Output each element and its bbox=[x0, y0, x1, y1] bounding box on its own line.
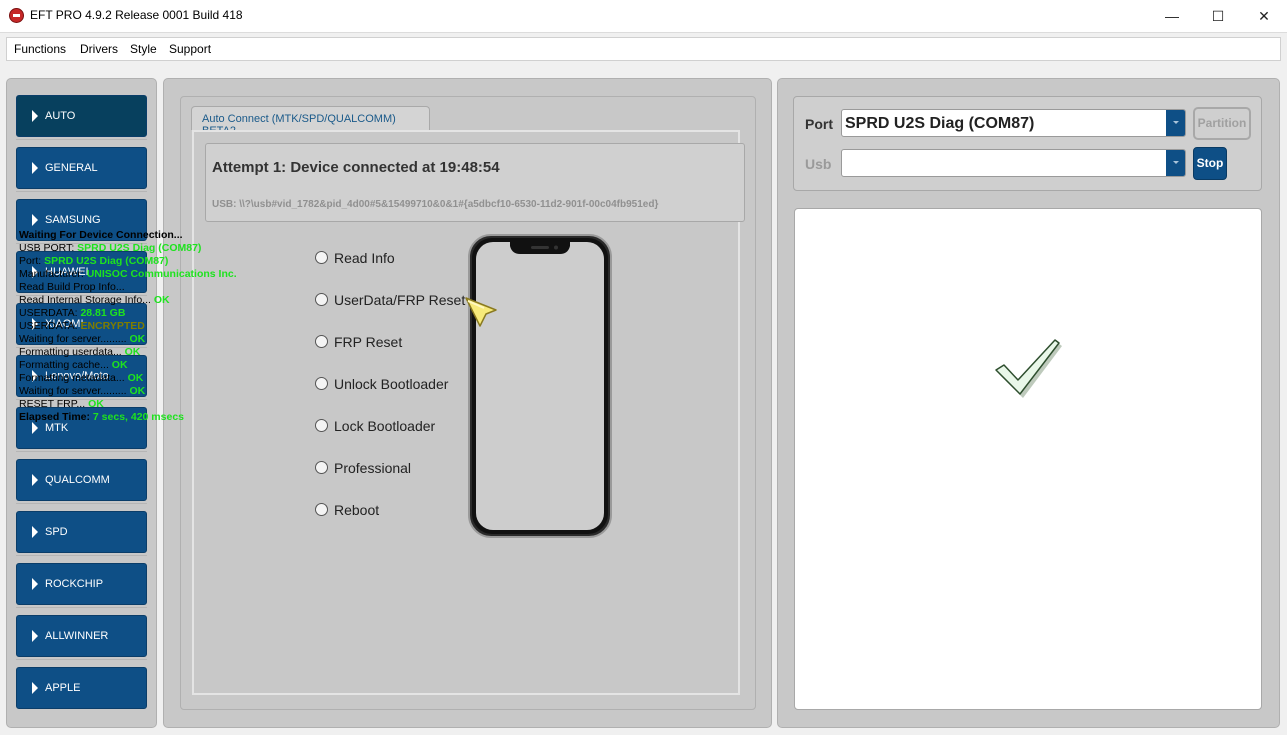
phone-image bbox=[468, 234, 612, 538]
log-output bbox=[794, 208, 1262, 710]
chevron-right-icon bbox=[32, 630, 38, 642]
usb-path: USB: \\?\usb#vid_1782&pid_4d00#5&1549971… bbox=[212, 199, 659, 210]
close-button[interactable]: ✕ bbox=[1241, 0, 1287, 32]
menu-drivers[interactable]: Drivers bbox=[80, 42, 118, 56]
radio-button[interactable] bbox=[315, 461, 328, 474]
radio-button[interactable] bbox=[315, 377, 328, 390]
chevron-right-icon bbox=[32, 682, 38, 694]
port-select-value: SPRD U2S Diag (COM87) bbox=[845, 115, 1035, 132]
partition-button[interactable]: Partition bbox=[1193, 107, 1251, 140]
chevron-down-icon[interactable] bbox=[1166, 150, 1185, 176]
title-bar: EFT PRO 4.9.2 Release 0001 Build 418 — ☐… bbox=[0, 0, 1287, 33]
success-checkmark-icon bbox=[995, 339, 1062, 398]
divider bbox=[16, 191, 147, 192]
chevron-right-icon bbox=[32, 526, 38, 538]
sidebar-item-label: MTK bbox=[45, 422, 69, 434]
sidebar-item-apple[interactable]: APPLE bbox=[16, 667, 147, 709]
option-label: FRP Reset bbox=[334, 334, 403, 350]
radio-button[interactable] bbox=[315, 251, 328, 264]
divider bbox=[16, 503, 147, 504]
connection-status: Attempt 1: Device connected at 19:48:54 bbox=[212, 159, 500, 176]
log-line: Waiting for server......... OK bbox=[19, 333, 146, 345]
menu-style[interactable]: Style bbox=[130, 42, 157, 56]
tab-auto-connect[interactable]: Auto Connect (MTK/SPD/QUALCOMM) BETA2 bbox=[191, 106, 430, 137]
chevron-right-icon bbox=[32, 162, 38, 174]
elapsed-time: Elapsed Time: 7 secs, 420 msecs bbox=[19, 411, 185, 423]
option-label: Unlock Bootloader bbox=[334, 376, 449, 392]
sidebar-item-auto[interactable]: AUTO bbox=[16, 95, 147, 137]
usb-select[interactable] bbox=[841, 149, 1186, 177]
divider bbox=[16, 607, 147, 608]
minimize-button[interactable]: — bbox=[1149, 0, 1195, 32]
log-line: Port: SPRD U2S Diag (COM87) bbox=[19, 255, 169, 267]
maximize-button[interactable]: ☐ bbox=[1195, 0, 1241, 32]
sidebar-item-spd[interactable]: SPD bbox=[16, 511, 147, 553]
log-line: Formatting metadata... OK bbox=[19, 372, 144, 384]
log-line: Formatting userdata... OK bbox=[19, 346, 141, 358]
sidebar-item-label: SAMSUNG bbox=[45, 214, 101, 226]
divider bbox=[16, 139, 147, 140]
option-label: Lock Bootloader bbox=[334, 418, 436, 434]
option-label: Read Info bbox=[334, 250, 395, 266]
radio-button[interactable] bbox=[315, 293, 328, 306]
chevron-right-icon bbox=[32, 474, 38, 486]
log-line: Manufacturer: UNISOC Communications Inc. bbox=[19, 268, 237, 280]
menu-functions[interactable]: Functions bbox=[14, 42, 66, 56]
sidebar-item-label: ALLWINNER bbox=[45, 630, 109, 642]
port-label: Port bbox=[805, 116, 833, 132]
divider bbox=[16, 555, 147, 556]
port-select[interactable]: SPRD U2S Diag (COM87) bbox=[841, 109, 1186, 137]
log-line: Read Internal Storage Info... OK bbox=[19, 294, 170, 306]
sidebar-item-label: ROCKCHIP bbox=[45, 578, 104, 590]
divider bbox=[16, 659, 147, 660]
log-header: Waiting For Device Connection... bbox=[19, 229, 183, 241]
sidebar-item-label: GENERAL bbox=[45, 162, 98, 174]
divider bbox=[16, 451, 147, 452]
radio-button[interactable] bbox=[315, 335, 328, 348]
chevron-right-icon bbox=[32, 578, 38, 590]
option-label: Professional bbox=[334, 460, 412, 476]
option-label: UserData/FRP Reset bbox=[334, 292, 466, 308]
log-line: Read Build Prop Info... bbox=[19, 281, 125, 293]
menu-support[interactable]: Support bbox=[169, 42, 211, 56]
option-label: Reboot bbox=[334, 502, 380, 518]
log-line: USERDATA: ENCRYPTED bbox=[19, 320, 145, 332]
sidebar-item-label: QUALCOMM bbox=[45, 474, 110, 486]
chevron-right-icon bbox=[32, 110, 38, 122]
radio-button[interactable] bbox=[315, 503, 328, 516]
app-logo-icon bbox=[9, 8, 24, 23]
minimize-icon: — bbox=[1165, 8, 1179, 24]
chevron-right-icon bbox=[32, 214, 38, 226]
chevron-down-icon[interactable] bbox=[1166, 110, 1185, 136]
window-title: EFT PRO 4.9.2 Release 0001 Build 418 bbox=[30, 8, 243, 22]
radio-button[interactable] bbox=[315, 419, 328, 432]
log-line: USERDATA: 28.81 GB bbox=[19, 307, 126, 319]
menu-bar: Functions Drivers Style Support bbox=[6, 37, 1281, 61]
sidebar-item-label: SPD bbox=[45, 526, 68, 538]
sidebar-item-label: AUTO bbox=[45, 110, 76, 122]
pointer-cursor-icon bbox=[465, 297, 497, 327]
log-line: Formatting cache... OK bbox=[19, 359, 128, 371]
log-line: RESET FRP... OK bbox=[19, 398, 104, 410]
sidebar-item-label: APPLE bbox=[45, 682, 81, 694]
close-icon: ✕ bbox=[1258, 7, 1270, 24]
maximize-icon: ☐ bbox=[1211, 7, 1225, 24]
sidebar-item-general[interactable]: GENERAL bbox=[16, 147, 147, 189]
chevron-right-icon bbox=[32, 422, 38, 434]
sidebar-item-qualcomm[interactable]: QUALCOMM bbox=[16, 459, 147, 501]
usb-label: Usb bbox=[805, 156, 832, 172]
sidebar-item-allwinner[interactable]: ALLWINNER bbox=[16, 615, 147, 657]
sidebar-item-rockchip[interactable]: ROCKCHIP bbox=[16, 563, 147, 605]
stop-button[interactable]: Stop bbox=[1193, 147, 1227, 180]
log-line: USB PORT: SPRD U2S Diag (COM87) bbox=[19, 242, 202, 254]
log-line: Waiting for server......... OK bbox=[19, 385, 146, 397]
device-info-box: Attempt 1: Device connected at 19:48:54 … bbox=[205, 143, 745, 222]
